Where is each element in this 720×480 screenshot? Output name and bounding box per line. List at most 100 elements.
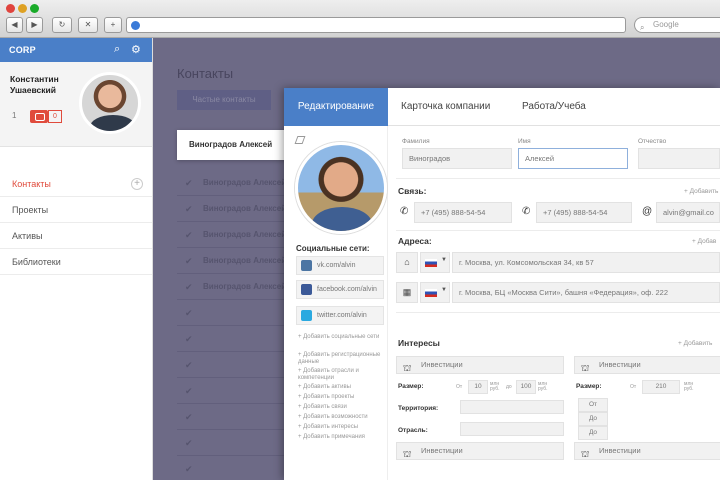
interest-card-2: ⛫ Инвестиции Размер: От 210 млн руб. От Д…	[574, 356, 720, 442]
check-icon: ✔	[185, 204, 193, 214]
tab-company-card[interactable]: Карточка компании	[401, 88, 490, 126]
to-short-field-2[interactable]: До	[578, 426, 608, 440]
close-window-icon[interactable]	[6, 4, 15, 13]
url-input[interactable]	[126, 17, 626, 33]
sidebar-item-libraries[interactable]: Библиотеки	[0, 249, 152, 275]
frequent-contacts-button[interactable]: Частые контакты	[177, 90, 271, 110]
size-from-field[interactable]: 210	[642, 380, 680, 394]
chevron-down-icon: ▼	[441, 287, 447, 293]
search-icon[interactable]: ⌕	[114, 43, 120, 56]
phone-field-2[interactable]: +7 (495) 888-54-54	[536, 202, 632, 223]
interest-header[interactable]: ⛫ Инвестиции	[574, 442, 720, 460]
russia-flag-icon	[425, 289, 437, 297]
form-column: Фамилия Виноградов Имя Алексей Отчество …	[388, 126, 720, 480]
from-label: От	[456, 384, 463, 390]
work-address-field[interactable]: г. Москва, БЦ «Москва Сити», башня «Феде…	[452, 282, 720, 303]
maximize-window-icon[interactable]	[30, 4, 39, 13]
tab-edit[interactable]: Редактирование	[284, 88, 388, 126]
add-contact-link[interactable]: + Добавить	[684, 188, 718, 195]
size-label: Размер:	[576, 383, 602, 390]
interests-title: Интересы	[398, 338, 440, 348]
surname-field[interactable]: Виноградов	[402, 148, 512, 169]
home-address-field[interactable]: г. Москва, ул. Комсомольская 34, кв 57	[452, 252, 720, 273]
email-field[interactable]: alvin@gmail.co	[656, 202, 720, 223]
industry-field[interactable]	[460, 422, 564, 436]
social-twitter[interactable]: twitter.com/alvin	[296, 306, 384, 325]
social-facebook[interactable]: facebook.com/alvin	[296, 280, 384, 299]
share-button[interactable]: ✕	[78, 17, 98, 33]
sidebar-item-contacts[interactable]: Контакты +	[0, 171, 152, 197]
add-social-link[interactable]: Добавить социальные сети	[298, 334, 382, 341]
interest-card: ⛫ Инвестиции Размер: От 10 млн руб. до 10…	[396, 356, 564, 442]
panel-tabs: Редактирование Карточка компании Работа/…	[284, 88, 720, 126]
add-tab-button[interactable]: +	[104, 17, 122, 33]
add-assets-link[interactable]: Добавить активы	[298, 384, 382, 391]
bank-icon: ⛫	[581, 363, 590, 373]
user-card: Константин Ушаевский 1 0	[0, 62, 152, 147]
home-icon: ⌂	[396, 252, 418, 273]
name-label: Имя	[518, 138, 531, 145]
add-contact-icon[interactable]: +	[131, 178, 143, 190]
messages-icon[interactable]	[30, 110, 48, 123]
add-notes-link[interactable]: Добавить примечания	[298, 434, 382, 441]
edit-photo-icon[interactable]	[294, 136, 306, 144]
browser-toolbar: ◀ ▶ ↻ ✕ + ⌕ Google	[0, 0, 720, 38]
size-label: Размер:	[398, 383, 424, 390]
territory-field[interactable]	[460, 400, 564, 414]
logo[interactable]: CORP	[9, 45, 36, 55]
contact-name: Виноградов Алексей	[203, 178, 287, 187]
interest-header[interactable]: ⛫ Инвестиции	[574, 356, 720, 374]
phone-field[interactable]: +7 (495) 888-54-54	[414, 202, 512, 223]
patronymic-label: Отчество	[638, 138, 667, 145]
addresses-title: Адреса:	[398, 236, 432, 246]
to-label: до	[506, 384, 512, 390]
check-icon: ✔	[185, 386, 193, 396]
sidebar-item-projects[interactable]: Проекты	[0, 197, 152, 223]
check-icon: ✔	[185, 360, 193, 370]
add-industries-link[interactable]: Добавить отрасли и компетенции	[298, 368, 382, 382]
minimize-window-icon[interactable]	[18, 4, 27, 13]
size-from-field[interactable]: 10	[468, 380, 488, 394]
reload-button[interactable]: ↻	[52, 17, 72, 33]
add-projects-link[interactable]: Добавить проекты	[298, 394, 382, 401]
to-short-field[interactable]: До	[578, 412, 608, 426]
interest-header[interactable]: ⛫ Инвестиции	[396, 356, 564, 374]
interest-header[interactable]: ⛫ Инвестиции	[396, 442, 564, 460]
sidebar-item-label: Активы	[12, 231, 43, 241]
add-interest-link[interactable]: + Добавить	[678, 340, 712, 347]
social-vk[interactable]: vk.com/alvin	[296, 256, 384, 275]
forward-button[interactable]: ▶	[26, 17, 43, 33]
patronymic-field[interactable]	[638, 148, 720, 169]
sidebar: CORP ⌕ ⚙ Константин Ушаевский 1 0 Контак…	[0, 38, 153, 480]
add-connections-link[interactable]: Добавить связи	[298, 404, 382, 411]
search-placeholder: Google	[653, 20, 679, 29]
country-select-2[interactable]: ▼	[420, 282, 450, 303]
add-interests-link[interactable]: Добавить интересы	[298, 424, 382, 431]
phone-icon: ✆	[400, 206, 409, 217]
back-button[interactable]: ◀	[6, 17, 23, 33]
search-icon: ⌕	[640, 23, 645, 32]
sidebar-item-assets[interactable]: Активы	[0, 223, 152, 249]
contact-name: Виноградов Алексей	[203, 230, 287, 239]
from-short-field[interactable]: От	[578, 398, 608, 412]
messages-count: 0	[48, 110, 62, 123]
country-select[interactable]: ▼	[420, 252, 450, 273]
size-to-field[interactable]: 100	[516, 380, 536, 394]
check-icon: ✔	[185, 464, 193, 474]
interest-card-4: ⛫ Инвестиции	[574, 442, 720, 466]
gear-icon[interactable]: ⚙	[131, 43, 141, 56]
contact-photo[interactable]	[295, 142, 387, 234]
avatar[interactable]	[79, 72, 141, 134]
add-registration-link[interactable]: Добавить регистрационные данные	[298, 352, 382, 366]
people-count: 1	[12, 111, 17, 120]
add-address-link[interactable]: + Добав	[692, 238, 716, 245]
user-name[interactable]: Константин Ушаевский	[10, 74, 80, 96]
selected-contact[interactable]: Виноградов Алексей	[177, 130, 290, 160]
sidebar-item-label: Проекты	[12, 205, 49, 215]
tab-work-study[interactable]: Работа/Учеба	[522, 88, 586, 126]
add-opportunities-link[interactable]: Добавить возможности	[298, 414, 382, 421]
contact-name: Виноградов Алексей	[203, 282, 287, 291]
name-field[interactable]: Алексей	[518, 148, 628, 169]
search-input[interactable]: ⌕ Google	[634, 17, 720, 33]
facebook-icon	[301, 284, 312, 295]
